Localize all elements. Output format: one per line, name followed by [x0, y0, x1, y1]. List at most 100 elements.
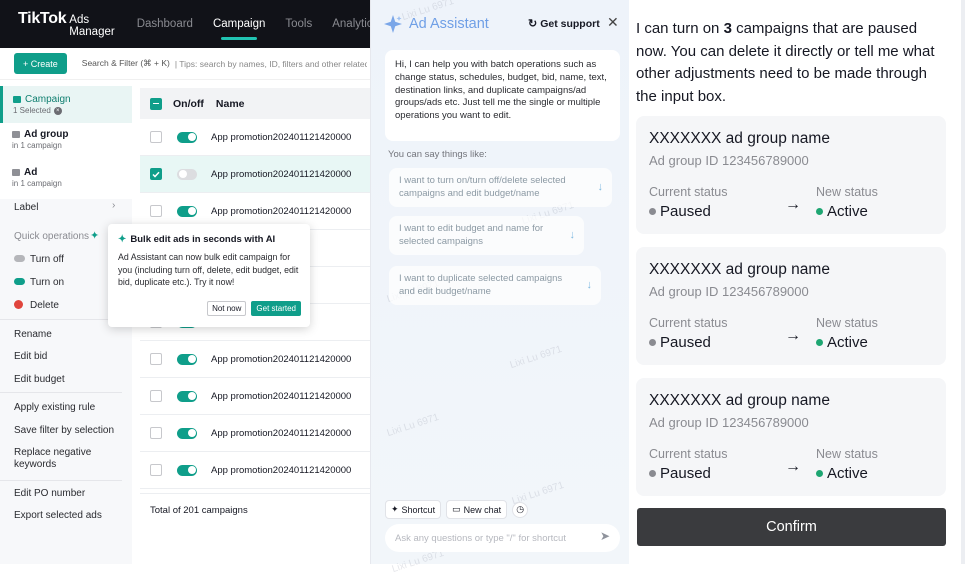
campaign-name[interactable]: App promotion202401121420000: [211, 354, 351, 365]
new-chat-button[interactable]: ▭ New chat: [446, 500, 508, 519]
assistant-input[interactable]: Ask any questions or type "/" for shortc…: [385, 524, 620, 552]
nav-tools[interactable]: Tools: [285, 0, 312, 48]
select-all-checkbox[interactable]: [150, 97, 162, 110]
assistant-shortcuts: ✦ Shortcut ▭ New chat ◷: [385, 500, 529, 519]
check-icon: [152, 171, 160, 178]
menu-item-rename[interactable]: Rename: [14, 329, 52, 340]
menu-item-replace-keywords[interactable]: Replace negative keywords: [14, 447, 114, 471]
get-started-button[interactable]: Get started: [251, 301, 301, 316]
popover-title: Bulk edit ads in seconds with AI: [130, 234, 276, 245]
clear-selection-icon[interactable]: ×: [53, 106, 62, 115]
sidebar-item-adgroup[interactable]: Ad group in 1 campaign: [0, 123, 132, 161]
row-checkbox[interactable]: [150, 464, 162, 476]
status-toggle[interactable]: [177, 390, 197, 402]
message-count: 3: [723, 20, 732, 37]
history-icon[interactable]: ◷: [512, 501, 529, 518]
campaign-name[interactable]: App promotion202401121420000: [211, 206, 351, 217]
status-toggle[interactable]: [177, 168, 197, 180]
assistant-message: I can turn on 3 campaigns that are pause…: [636, 18, 948, 108]
create-button[interactable]: + Create: [14, 53, 67, 74]
logo-text: TikTok: [18, 10, 67, 27]
status-toggle[interactable]: [177, 205, 197, 217]
status-value: Paused: [660, 465, 711, 482]
get-support-label: Get support: [540, 17, 600, 30]
shortcut-button[interactable]: ✦ Shortcut: [385, 500, 442, 519]
ad-group-name: XXXXXXX ad group name: [649, 392, 830, 409]
status-dot: [816, 208, 823, 215]
toggle-on-icon: [14, 278, 25, 285]
logo-subtitle: Ads Manager: [69, 14, 115, 38]
main-nav: Dashboard Campaign Tools Analytics: [137, 0, 399, 48]
campaign-name[interactable]: App promotion202401121420000: [211, 169, 351, 180]
toolbar: + Create Search & Filter (⌘ + K) | Tips:…: [0, 48, 372, 80]
table-row[interactable]: App promotion202401121420000: [140, 156, 372, 193]
row-checkbox[interactable]: [150, 390, 162, 402]
top-nav-bar: TikTok Ads Manager Dashboard Campaign To…: [0, 0, 378, 48]
sidebar-item-label: Ad group: [24, 129, 69, 140]
status-change-card: XXXXXXX ad group name Ad group ID 1234567…: [636, 247, 946, 365]
status-toggle[interactable]: [177, 427, 197, 439]
row-checkbox[interactable]: [150, 353, 162, 365]
menu-item-turn-on[interactable]: Turn on: [30, 277, 64, 288]
status-toggle[interactable]: [177, 131, 197, 143]
campaign-name[interactable]: App promotion202401121420000: [211, 391, 351, 402]
menu-item-delete[interactable]: Delete: [30, 300, 59, 311]
scrollbar[interactable]: [961, 0, 965, 564]
row-checkbox[interactable]: [150, 131, 162, 143]
table-row[interactable]: App promotion202401121420000: [140, 452, 372, 489]
suggestion-chip[interactable]: I want to duplicate selected campaigns a…: [389, 266, 601, 305]
suggestion-chip[interactable]: I want to edit budget and name for selec…: [389, 216, 584, 255]
table-row[interactable]: App promotion202401121420000: [140, 341, 372, 378]
sidebar-item-sub: in 1 campaign: [12, 179, 62, 188]
new-status: Active: [816, 334, 868, 351]
menu-item-edit-budget[interactable]: Edit budget: [14, 374, 65, 385]
close-icon[interactable]: ✕: [607, 14, 619, 31]
row-checkbox[interactable]: [150, 427, 162, 439]
search-input[interactable]: Search & Filter (⌘ + K) | Tips: search b…: [77, 58, 367, 69]
status-change-card: XXXXXXX ad group name Ad group ID 1234567…: [636, 378, 946, 496]
current-status: Paused: [649, 334, 711, 351]
sparkle-icon: ✦: [391, 504, 399, 514]
tiktok-logo[interactable]: TikTok Ads Manager: [18, 10, 115, 38]
confirm-button[interactable]: Confirm: [637, 508, 946, 546]
status-toggle[interactable]: [177, 464, 197, 476]
not-now-button[interactable]: Not now: [207, 301, 247, 316]
campaign-name[interactable]: App promotion202401121420000: [211, 428, 351, 439]
ad-group-id: Ad group ID 123456789000: [649, 153, 809, 168]
new-status: Active: [816, 203, 868, 220]
shortcut-label: Shortcut: [401, 504, 436, 515]
table-row[interactable]: App promotion202401121420000: [140, 415, 372, 452]
menu-item-label[interactable]: Label: [14, 202, 38, 213]
campaign-name[interactable]: App promotion202401121420000: [211, 132, 351, 143]
new-status-label: New status: [816, 316, 878, 330]
get-support-button[interactable]: ↻ Get support: [528, 17, 600, 31]
row-checkbox[interactable]: [150, 168, 162, 180]
menu-item-apply-rule[interactable]: Apply existing rule: [14, 402, 95, 413]
menu-item-turn-off[interactable]: Turn off: [30, 254, 64, 265]
sidebar-item-campaign[interactable]: Campaign 1 Selected ×: [0, 86, 132, 123]
column-onoff: On/off: [173, 97, 204, 110]
status-value: Paused: [660, 334, 711, 351]
nav-campaign[interactable]: Campaign: [213, 0, 265, 48]
sidebar-item-ad[interactable]: Ad in 1 campaign: [0, 161, 132, 199]
ad-group-id: Ad group ID 123456789000: [649, 415, 809, 430]
table-row[interactable]: App promotion202401121420000: [140, 378, 372, 415]
send-icon[interactable]: ➤: [600, 529, 610, 543]
menu-item-edit-po[interactable]: Edit PO number: [14, 488, 85, 499]
adgroup-icon: [12, 131, 20, 138]
status-toggle[interactable]: [177, 353, 197, 365]
ad-assistant-panel: Lixi Lu 6971 Lixi Lu 6971 Lixi Lu 6971 L…: [370, 0, 629, 575]
suggestion-chip[interactable]: I want to turn on/turn off/delete select…: [389, 168, 612, 207]
table-row[interactable]: App promotion202401121420000: [140, 119, 372, 156]
campaign-name[interactable]: App promotion202401121420000: [211, 465, 351, 476]
current-status-label: Current status: [649, 185, 728, 199]
menu-item-edit-bid[interactable]: Edit bid: [14, 351, 47, 362]
divider: [0, 480, 122, 481]
menu-item-export[interactable]: Export selected ads: [14, 510, 102, 521]
new-status-label: New status: [816, 185, 878, 199]
menu-item-save-filter[interactable]: Save filter by selection: [14, 425, 114, 436]
row-checkbox[interactable]: [150, 205, 162, 217]
assistant-greeting: Hi, I can help you with batch operations…: [385, 50, 620, 141]
status-dot: [816, 339, 823, 346]
nav-dashboard[interactable]: Dashboard: [137, 0, 193, 48]
